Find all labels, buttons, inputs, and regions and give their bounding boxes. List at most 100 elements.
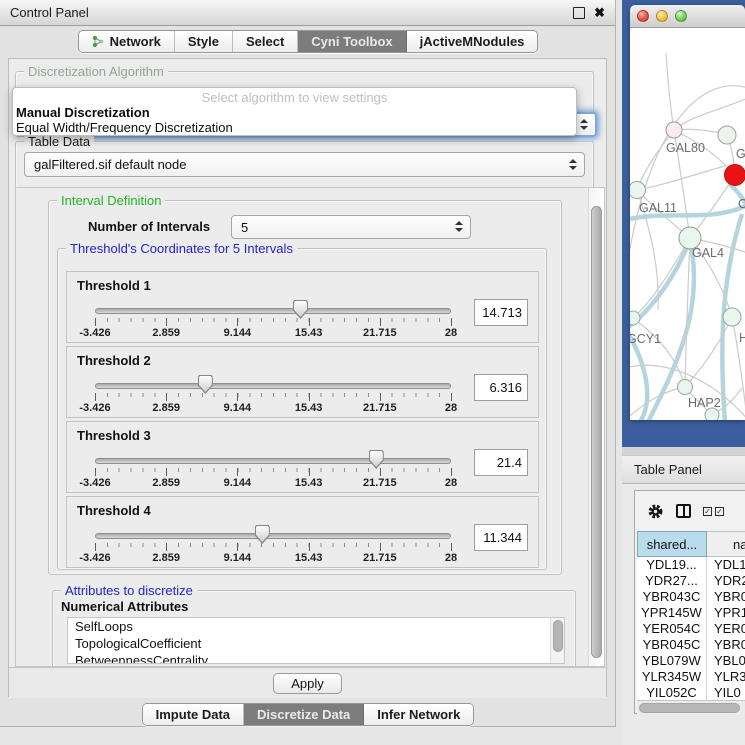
node-label: GA: [736, 147, 745, 161]
threshold-2-panel: Threshold 2 -3.4262.8599.14415.4321.7152…: [66, 346, 539, 418]
checkbox-icon[interactable]: ✓: [715, 507, 724, 516]
cell-shared-name[interactable]: YER054C: [637, 621, 707, 637]
table-row[interactable]: YDL19...YDL1: [637, 557, 745, 573]
cell-name[interactable]: YDR2: [707, 573, 745, 589]
table-panel-title: Table Panel: [634, 462, 702, 477]
minimize-traffic-light-icon[interactable]: [656, 10, 668, 22]
node-label: GAL11: [639, 201, 677, 215]
cell-name[interactable]: YLR3: [707, 669, 745, 685]
table-panel-body: ✓ ✓ shared... na YDL19...YDL1YDR27...YDR…: [622, 484, 745, 745]
table-row[interactable]: YLR345WYLR3: [637, 669, 745, 685]
numerical-attributes-list[interactable]: SelfLoopsTopologicalCoefficientBetweenne…: [67, 617, 565, 664]
cell-shared-name[interactable]: YBR043C: [637, 589, 707, 605]
tick-label: -3.426: [79, 477, 110, 489]
slider-thumb[interactable]: [198, 375, 213, 394]
network-node[interactable]: [666, 122, 682, 138]
tab-style[interactable]: Style: [175, 31, 233, 52]
close-traffic-light-icon[interactable]: [637, 10, 649, 22]
threshold-3-slider[interactable]: -3.4262.8599.14415.4321.71528: [95, 450, 451, 492]
stepper-icon: [455, 221, 463, 233]
threshold-3-value-field[interactable]: 21.4: [474, 449, 528, 476]
cell-shared-name[interactable]: YBL079W: [637, 653, 707, 669]
cell-shared-name[interactable]: YDL19...: [637, 557, 707, 573]
slider-ticks: [95, 318, 451, 326]
list-scrollbar[interactable]: [550, 618, 564, 663]
slider-thumb[interactable]: [369, 450, 384, 469]
apply-button[interactable]: Apply: [273, 673, 342, 694]
network-window: GAL80GACGAL11GAL4GCY1HHAP2: [630, 5, 745, 420]
network-node[interactable]: [678, 380, 693, 395]
cell-shared-name[interactable]: YDR27...: [637, 573, 707, 589]
column-header-name[interactable]: na: [707, 531, 745, 557]
zoom-traffic-light-icon[interactable]: [675, 10, 687, 22]
table-panel-titlebar: Table Panel: [622, 455, 745, 484]
slider-ticks: [95, 468, 451, 476]
network-canvas[interactable]: GAL80GACGAL11GAL4GCY1HHAP2: [630, 28, 745, 420]
cell-name[interactable]: YBL0: [707, 653, 745, 669]
tab-network-label: Network: [110, 34, 161, 49]
attribute-list-item[interactable]: BetweennessCentrality: [68, 652, 564, 664]
attribute-list-item[interactable]: TopologicalCoefficient: [68, 635, 564, 652]
dropdown-option-manual-discretization[interactable]: Manual Discretization: [13, 105, 576, 120]
tab-select[interactable]: Select: [233, 31, 298, 52]
cell-name[interactable]: YER0: [707, 621, 745, 637]
table-row[interactable]: YBL079WYBL0: [637, 653, 745, 669]
table-row[interactable]: YBR045CYBR0: [637, 637, 745, 653]
table-row[interactable]: YER054CYER0: [637, 621, 745, 637]
threshold-4-value-field[interactable]: 11.344: [474, 524, 528, 551]
tab-cyni-toolbox[interactable]: Cyni Toolbox: [298, 31, 406, 52]
node-label: GAL80: [666, 141, 705, 155]
attribute-list-item[interactable]: SelfLoops: [68, 618, 564, 635]
cell-name[interactable]: YDL1: [707, 557, 745, 573]
float-window-icon[interactable]: [573, 7, 585, 19]
threshold-1-slider[interactable]: -3.4262.8599.14415.4321.71528: [95, 300, 451, 342]
network-node[interactable]: [723, 308, 741, 326]
network-node[interactable]: [718, 126, 736, 144]
tab-jactivemnodules[interactable]: jActiveMNodules: [407, 31, 538, 52]
cell-shared-name[interactable]: YLR345W: [637, 669, 707, 685]
network-node[interactable]: [630, 311, 640, 325]
network-icon: [92, 35, 105, 48]
algorithm-dropdown-popup: Select algorithm to view settings Manual…: [12, 87, 577, 136]
number-of-intervals-combobox[interactable]: 5: [231, 215, 471, 239]
table-row[interactable]: YBR043CYBR0: [637, 589, 745, 605]
slider-thumb[interactable]: [293, 300, 308, 319]
cell-name[interactable]: YBR0: [707, 637, 745, 653]
cell-shared-name[interactable]: YBR045C: [637, 637, 707, 653]
slider-thumb[interactable]: [255, 525, 270, 544]
tick-label: 2.859: [152, 477, 180, 489]
threshold-1-value-field[interactable]: 14.713: [474, 299, 528, 326]
list-scrollbar-thumb[interactable]: [553, 620, 563, 652]
table-data-group: Table Data galFiltered.sif default node: [15, 141, 594, 189]
tab-network[interactable]: Network: [79, 31, 175, 52]
tab-discretize-data[interactable]: Discretize Data: [244, 704, 364, 725]
table-row[interactable]: YIL052CYIL0: [637, 685, 745, 700]
network-node[interactable]: [630, 182, 646, 199]
tab-impute-data[interactable]: Impute Data: [143, 704, 244, 725]
checkbox-icon[interactable]: ✓: [703, 507, 712, 516]
split-columns-icon[interactable]: [676, 504, 691, 518]
cell-shared-name[interactable]: YPR145W: [637, 605, 707, 621]
threshold-4-slider[interactable]: -3.4262.8599.14415.4321.71528: [95, 525, 451, 567]
threshold-2-value-field[interactable]: 6.316: [474, 374, 528, 401]
close-icon[interactable]: ✖: [594, 8, 605, 18]
tick-label: 2.859: [152, 552, 180, 564]
table-data-combobox[interactable]: galFiltered.sif default node: [24, 152, 585, 177]
table-row[interactable]: YPR145WYPR1: [637, 605, 745, 621]
cell-name[interactable]: YBR0: [707, 589, 745, 605]
gear-icon[interactable]: [647, 503, 664, 520]
cell-name[interactable]: YPR1: [707, 605, 745, 621]
table-row[interactable]: YDR27...YDR2: [637, 573, 745, 589]
table-horizontal-scrollbar[interactable]: [637, 700, 745, 714]
network-node[interactable]: [725, 165, 745, 186]
dropdown-option-equal-width-frequency[interactable]: Equal Width/Frequency Discretization: [13, 120, 576, 135]
table-hscrollbar-thumb[interactable]: [639, 703, 740, 713]
cell-shared-name[interactable]: YIL052C: [637, 685, 707, 700]
threshold-2-slider[interactable]: -3.4262.8599.14415.4321.71528: [95, 375, 451, 417]
cell-name[interactable]: YIL0: [707, 685, 745, 700]
tick-label: 15.43: [295, 402, 323, 414]
tab-infer-network[interactable]: Infer Network: [364, 704, 473, 725]
column-header-shared-name[interactable]: shared...: [637, 531, 707, 557]
settings-scrollbar[interactable]: [588, 188, 604, 666]
settings-scrollbar-thumb[interactable]: [591, 206, 602, 658]
